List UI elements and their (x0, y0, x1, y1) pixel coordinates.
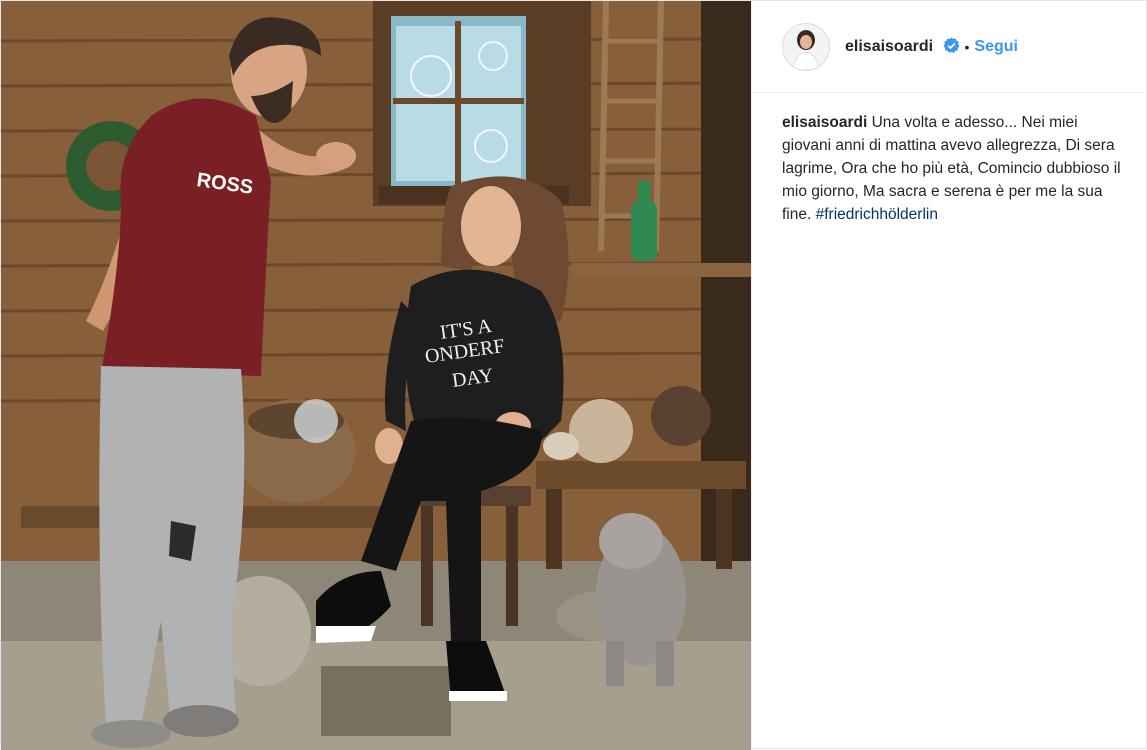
post-photo-illustration: ROSS IT'S A ONDERF DAY (1, 1, 751, 750)
post-caption: elisaisoardi Una volta e adesso... Nei m… (752, 93, 1147, 226)
header-username-text[interactable]: elisaisoardi (845, 38, 933, 55)
post-sidebar: elisaisoardi • Segui elisaisoardi Una vo… (751, 1, 1147, 750)
instagram-post: ROSS IT'S A ONDERF DAY elisaisoardi • Se… (0, 0, 1147, 750)
avatar-image (783, 23, 829, 70)
header-separator: • (964, 38, 970, 55)
avatar[interactable] (782, 22, 830, 71)
post-photo[interactable]: ROSS IT'S A ONDERF DAY (1, 1, 751, 750)
post-header: elisaisoardi • Segui (752, 1, 1147, 93)
header-username[interactable]: elisaisoardi (845, 37, 960, 56)
caption-username[interactable]: elisaisoardi (782, 114, 872, 131)
follow-button[interactable]: Segui (974, 38, 1018, 56)
verified-badge-icon (943, 37, 960, 54)
caption-hashtag[interactable]: #friedrichhölderlin (816, 206, 938, 223)
